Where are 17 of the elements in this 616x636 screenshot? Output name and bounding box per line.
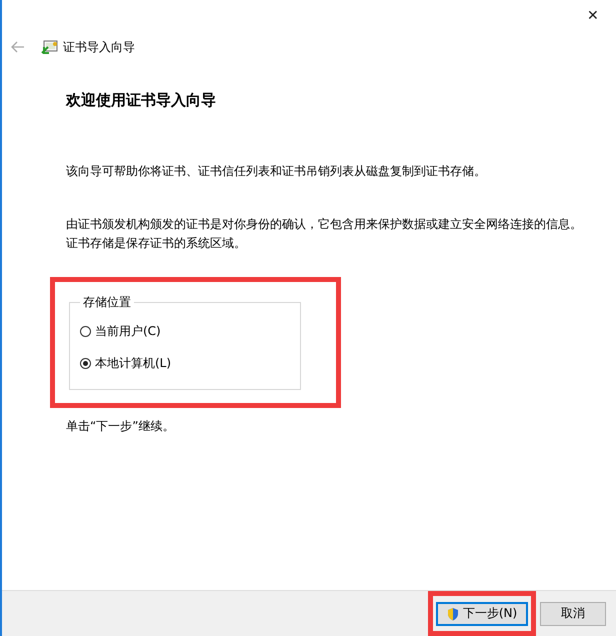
- next-button[interactable]: 下一步(N): [436, 602, 528, 626]
- cancel-button[interactable]: 取消: [540, 602, 606, 626]
- group-label: 存储位置: [82, 294, 132, 311]
- certificate-icon: [41, 39, 59, 55]
- shield-icon: [446, 606, 459, 620]
- description-text: 该向导可帮助你将证书、证书信任列表和证书吊销列表从磁盘复制到证书存储。: [66, 163, 487, 180]
- radio-button[interactable]: [80, 358, 91, 368]
- wizard-heading: 欢迎使用证书导入向导: [66, 91, 217, 110]
- radio-button[interactable]: [80, 326, 91, 336]
- option-label: 本地计算机(L): [95, 354, 172, 372]
- radio-option[interactable]: 当前用户(C): [80, 315, 290, 347]
- option-label: 当前用户(C): [95, 322, 161, 340]
- hint-text: 单击“下一步”继续。: [66, 418, 176, 435]
- window-title: 证书导入向导: [63, 38, 135, 56]
- radio-option[interactable]: 本地计算机(L): [80, 347, 290, 379]
- close-button[interactable]: ✕: [570, 0, 616, 30]
- description-text: 由证书颁发机构颁发的证书是对你身份的确认，它包含用来保护数据或建立安全网络连接的信息。证书存储是保存证书的系统区域。: [66, 216, 583, 252]
